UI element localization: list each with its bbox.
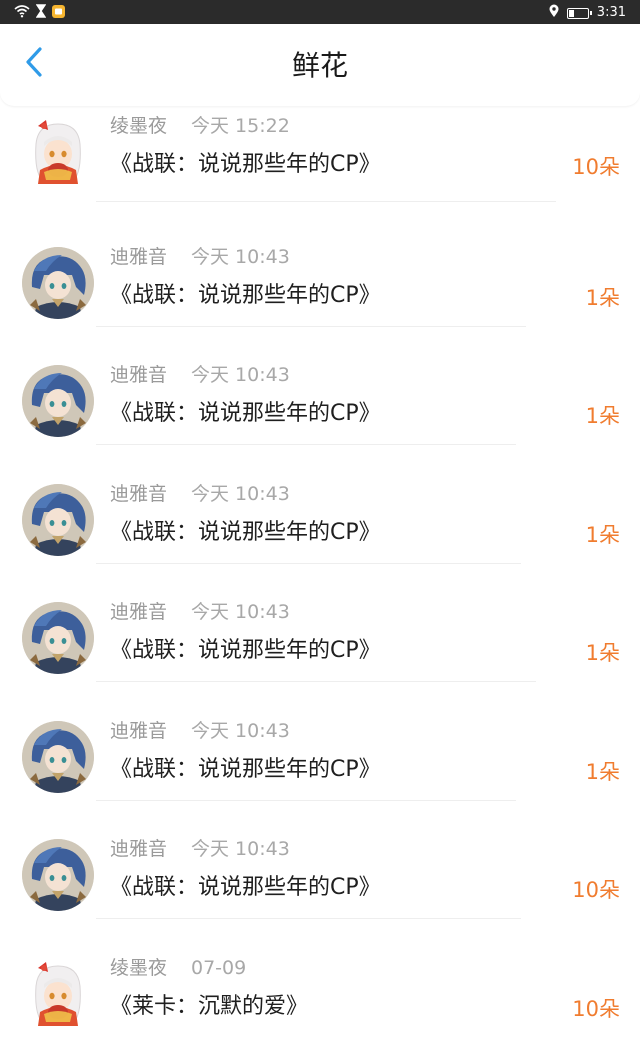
flower-row[interactable]: 绫墨夜今天 15:22 《战联：说说那些年的CP》 10朵 (0, 106, 640, 225)
flower-count: 1朵 (586, 758, 620, 786)
sender-name[interactable]: 绫墨夜 (110, 956, 167, 980)
wifi-icon (14, 4, 30, 22)
flower-count: 10朵 (572, 153, 620, 181)
avatar[interactable] (22, 484, 94, 556)
row-divider (96, 918, 521, 919)
avatar[interactable] (22, 365, 94, 437)
flower-row[interactable]: 迪雅音今天 10:43 《战联：说说那些年的CP》 1朵 (0, 699, 640, 818)
avatar[interactable] (22, 602, 94, 674)
hourglass-icon (36, 4, 46, 22)
sent-time: 今天 10:43 (191, 363, 290, 387)
article-title[interactable]: 《战联：说说那些年的CP》 (110, 151, 381, 179)
flower-row[interactable]: 绫墨夜 07-09 《莱卡：沉默的爱》 10朵 (0, 936, 640, 1054)
page-title: 鲜花 (0, 50, 640, 82)
status-bar-right: 3:31 (549, 4, 626, 22)
article-title[interactable]: 《莱卡：沉默的爱》 (110, 993, 308, 1021)
sent-time: 今天 10:43 (191, 719, 290, 743)
battery-fill (569, 10, 574, 17)
row-divider (96, 326, 526, 327)
sender-name[interactable]: 迪雅音 (110, 482, 167, 506)
flower-row[interactable]: 迪雅音今天 10:43 《战联：说说那些年的CP》 1朵 (0, 462, 640, 581)
sent-time: 今天 10:43 (191, 600, 290, 624)
row-divider (96, 681, 536, 682)
row-divider (96, 800, 516, 801)
row-divider (96, 444, 516, 445)
article-title[interactable]: 《战联：说说那些年的CP》 (110, 637, 381, 665)
article-title[interactable]: 《战联：说说那些年的CP》 (110, 282, 381, 310)
article-title[interactable]: 《战联：说说那些年的CP》 (110, 400, 381, 428)
avatar[interactable] (22, 839, 94, 911)
flower-row[interactable]: 迪雅音今天 10:43 《战联：说说那些年的CP》 10朵 (0, 817, 640, 936)
flower-count: 1朵 (586, 402, 620, 430)
article-title[interactable]: 《战联：说说那些年的CP》 (110, 756, 381, 784)
sender-name[interactable]: 绫墨夜 (110, 114, 167, 138)
flower-row[interactable]: 迪雅音今天 10:43 《战联：说说那些年的CP》 1朵 (0, 580, 640, 699)
sender-name[interactable]: 迪雅音 (110, 363, 167, 387)
status-bar: 3:31 (0, 0, 640, 24)
sender-name[interactable]: 迪雅音 (110, 837, 167, 861)
sent-time: 07-09 (191, 956, 246, 980)
status-time: 3:31 (597, 5, 626, 21)
sent-time: 今天 10:43 (191, 482, 290, 506)
avatar[interactable] (22, 958, 94, 1030)
sender-name[interactable]: 迪雅音 (110, 719, 167, 743)
sent-time: 今天 10:43 (191, 245, 290, 269)
flower-count: 1朵 (586, 639, 620, 667)
sender-name[interactable]: 迪雅音 (110, 600, 167, 624)
avatar[interactable] (22, 721, 94, 793)
page-header: 鲜花 (0, 24, 640, 106)
status-bar-left (14, 4, 65, 22)
row-divider (96, 201, 556, 202)
flower-row[interactable]: 迪雅音今天 10:43 《战联：说说那些年的CP》 1朵 (0, 343, 640, 462)
sent-time: 今天 15:22 (191, 114, 290, 138)
article-title[interactable]: 《战联：说说那些年的CP》 (110, 874, 381, 902)
article-title[interactable]: 《战联：说说那些年的CP》 (110, 519, 381, 547)
notification-icon (52, 5, 65, 22)
flower-count: 10朵 (572, 995, 620, 1023)
location-icon (549, 4, 559, 22)
flower-count: 10朵 (572, 876, 620, 904)
avatar[interactable] (22, 116, 94, 188)
row-divider (96, 563, 521, 564)
flower-row[interactable]: 迪雅音今天 10:43 《战联：说说那些年的CP》 1朵 (0, 225, 640, 344)
sent-time: 今天 10:43 (191, 837, 290, 861)
flower-count: 1朵 (586, 521, 620, 549)
avatar[interactable] (22, 247, 94, 319)
sender-name[interactable]: 迪雅音 (110, 245, 167, 269)
flower-count: 1朵 (586, 284, 620, 312)
battery-icon (567, 8, 589, 19)
